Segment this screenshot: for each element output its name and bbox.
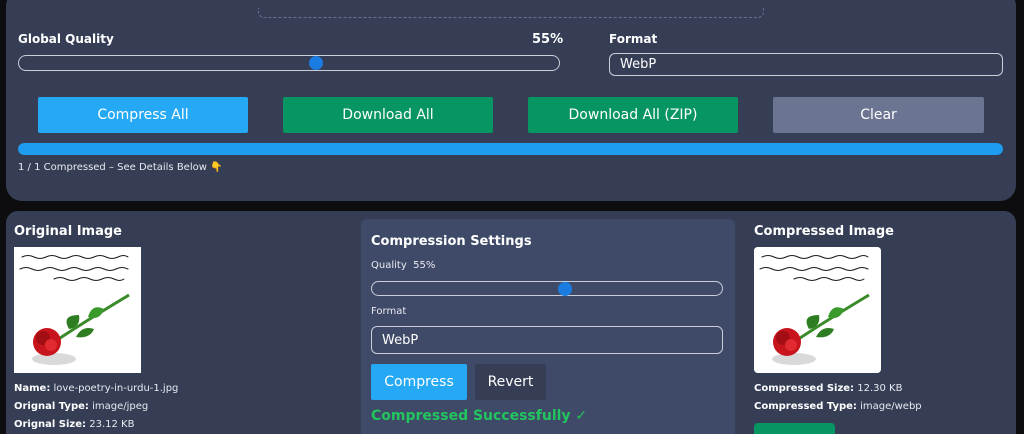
compressed-type-line: Compressed Type: image/webp <box>754 401 922 412</box>
compression-progress-bar <box>18 143 1003 155</box>
progress-bar-fill <box>18 143 1003 155</box>
rose-poetry-image <box>754 247 881 373</box>
clear-button[interactable]: Clear <box>773 97 984 133</box>
original-size-line: Orignal Size: 23.12 KB <box>14 419 135 430</box>
original-type-line: Orignal Type: image/jpeg <box>14 401 149 412</box>
quality-label: Quality 55% <box>371 260 436 271</box>
original-image-thumbnail <box>14 247 141 373</box>
compressed-image-thumbnail <box>754 247 881 373</box>
original-image-title: Original Image <box>14 224 122 239</box>
global-quality-slider-thumb[interactable] <box>309 56 323 70</box>
global-format-label: Format <box>609 32 658 46</box>
item-format-select[interactable]: WebP <box>371 326 723 354</box>
compression-status: Compressed Successfully ✓ <box>371 408 588 424</box>
compress-button[interactable]: Compress <box>371 364 467 400</box>
global-quality-value: 55% <box>532 32 564 47</box>
compress-all-button[interactable]: Compress All <box>38 97 248 133</box>
item-format-label: Format <box>371 306 407 317</box>
compressed-size-line: Compressed Size: 12.30 KB <box>754 383 903 394</box>
progress-status-text: 1 / 1 Compressed – See Details Below 👇 <box>18 162 223 173</box>
global-quality-slider[interactable] <box>18 55 560 71</box>
global-quality-label: Global Quality <box>18 32 114 46</box>
download-all-button[interactable]: Download All <box>283 97 493 133</box>
global-format-select[interactable]: WebP <box>609 53 1003 76</box>
original-name-line: Name: love-poetry-in-urdu-1.jpg <box>14 383 179 394</box>
download-zip-button[interactable]: Download All (ZIP) <box>528 97 738 133</box>
revert-button[interactable]: Revert <box>475 364 546 400</box>
compression-settings-title: Compression Settings <box>371 234 532 249</box>
item-quality-slider-thumb[interactable] <box>557 281 572 296</box>
item-quality-slider[interactable] <box>371 281 723 296</box>
download-button[interactable] <box>754 423 835 434</box>
compressed-image-title: Compressed Image <box>754 224 894 239</box>
rose-poetry-image <box>14 247 141 373</box>
upload-dropzone[interactable] <box>258 8 764 18</box>
